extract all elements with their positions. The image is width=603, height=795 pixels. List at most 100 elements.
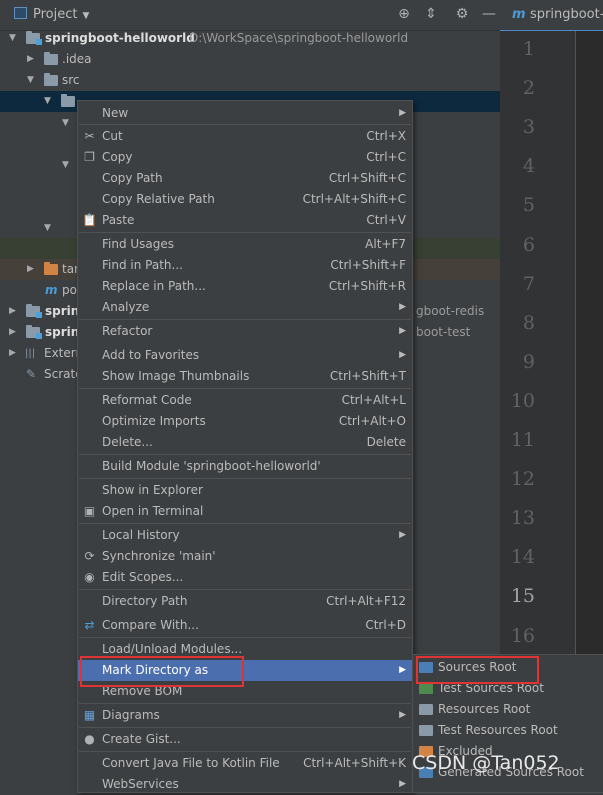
menu-item-find-usages[interactable]: Find Usages Alt+F7 [78, 234, 412, 255]
tree-item-label: springboot-helloworld [45, 31, 195, 45]
menu-item-local-history[interactable]: Local History ▶ [78, 525, 412, 546]
excluded-folder-icon [44, 262, 58, 275]
minimize-icon[interactable]: — [481, 6, 497, 22]
menu-item-copy-path[interactable]: Copy Path Ctrl+Shift+C [78, 168, 412, 189]
tree-item-src[interactable]: ▼ src [0, 70, 500, 91]
menu-item-refactor[interactable]: Refactor ▶ [78, 321, 412, 342]
submenu-item-label: Resources Root [438, 702, 531, 716]
line-number: 15 [510, 585, 535, 608]
menu-item-webservices[interactable]: WebServices ▶ [78, 774, 412, 795]
menu-item-shortcut: Ctrl+Alt+O [338, 414, 406, 428]
menu-item-edit-scopes[interactable]: ◉ Edit Scopes... [78, 567, 412, 588]
menu-item-label: Find Usages [102, 237, 175, 251]
menu-item-synchronize-main[interactable]: ⟳ Synchronize 'main' [78, 546, 412, 567]
menu-item-create-gist[interactable]: ● Create Gist... [78, 729, 412, 750]
menu-item-label: Copy Relative Path [102, 192, 215, 206]
chevron-right-icon: ▶ [27, 264, 34, 274]
menu-separator [79, 637, 411, 638]
folder-icon [44, 52, 58, 65]
menu-item-paste[interactable]: 📋 Paste Ctrl+V [78, 210, 412, 231]
github-icon: ● [84, 732, 95, 746]
locate-icon[interactable]: ⊕ [396, 6, 412, 22]
menu-item-label: Compare With... [102, 618, 199, 632]
chevron-right-icon: ▶ [399, 108, 406, 118]
tree-hidden-rows: ▼ ▼ ▼ [0, 112, 77, 238]
menu-item-label: Show Image Thumbnails [102, 369, 250, 383]
line-number: 8 [522, 311, 535, 334]
tree-item-module[interactable]: ▼ springboot-helloworld D:\WorkSpace\spr… [0, 28, 500, 49]
menu-item-shortcut: Ctrl+Shift+F [330, 258, 406, 272]
library-icon: ||| [25, 348, 36, 359]
menu-item-shortcut: Delete [366, 435, 406, 449]
menu-item-copy[interactable]: ❐ Copy Ctrl+C [78, 147, 412, 168]
menu-separator [79, 232, 411, 233]
menu-item-copy-relative-path[interactable]: Copy Relative Path Ctrl+Alt+Shift+C [78, 189, 412, 210]
submenu-item-test-resources-root[interactable]: Test Resources Root [413, 720, 603, 741]
tree-item-idea[interactable]: ▶ .idea [0, 49, 500, 70]
project-title: Project [33, 7, 78, 22]
scratch-icon: ✎ [26, 367, 37, 381]
menu-item-optimize-imports[interactable]: Optimize Imports Ctrl+Alt+O [78, 411, 412, 432]
line-number: 1 [522, 38, 535, 60]
chevron-right-icon: ▶ [399, 710, 406, 720]
menu-item-open-in-terminal[interactable]: ▣ Open in Terminal [78, 501, 412, 522]
scope-icon: ◉ [84, 570, 95, 584]
menu-item-diagrams[interactable]: ▦ Diagrams ▶ [78, 705, 412, 726]
menu-item-label: Open in Terminal [102, 504, 204, 518]
chevron-down-icon: ▼ [44, 223, 51, 233]
tree-item-label: .idea [62, 52, 92, 66]
menu-item-label: Build Module 'springboot-helloworld' [102, 459, 321, 473]
project-pane-header: Project ▼ ⊕ ⇕ ⚙ — [0, 0, 500, 31]
menu-item-shortcut: Ctrl+Alt+Shift+C [302, 192, 406, 206]
menu-item-label: Paste [102, 213, 135, 227]
menu-item-label: Add to Favorites [102, 348, 200, 362]
project-icon [14, 7, 27, 19]
tree-item-path: D:\WorkSpace\springboot-helloworld [189, 31, 409, 45]
menu-item-label: Edit Scopes... [102, 570, 184, 584]
menu-item-shortcut: Alt+F7 [365, 237, 406, 251]
line-number: 11 [510, 429, 535, 451]
highlight-box-mark-directory [80, 656, 244, 687]
tree-item-suffix: gboot-redis [416, 304, 485, 318]
menu-item-replace-in-path[interactable]: Replace in Path... Ctrl+Shift+R [78, 276, 412, 297]
menu-separator [79, 478, 411, 479]
chevron-right-icon: ▶ [399, 350, 406, 360]
menu-item-convert-java-file-to-kotlin-file[interactable]: Convert Java File to Kotlin File Ctrl+Alt… [78, 753, 412, 774]
menu-item-cut[interactable]: ✂ Cut Ctrl+X [78, 126, 412, 147]
chevron-right-icon: ▶ [27, 54, 34, 64]
gear-icon[interactable]: ⚙ [454, 6, 470, 22]
line-number: 6 [522, 233, 535, 256]
menu-item-label: Analyze [102, 300, 150, 314]
menu-item-add-to-favorites[interactable]: Add to Favorites ▶ [78, 345, 412, 366]
menu-item-shortcut: Ctrl+C [366, 150, 406, 164]
menu-separator [79, 388, 411, 389]
tree-item-label: src [62, 73, 80, 87]
menu-item-label: Cut [102, 129, 123, 143]
tree-item-suffix: boot-test [416, 325, 471, 339]
menu-item-show-in-explorer[interactable]: Show in Explorer [78, 480, 412, 501]
menu-item-compare-with[interactable]: ⇄ Compare With... Ctrl+D [78, 615, 412, 636]
menu-item-build-module-springboot-helloworld[interactable]: Build Module 'springboot-helloworld' [78, 456, 412, 477]
menu-item-reformat-code[interactable]: Reformat Code Ctrl+Alt+L [78, 390, 412, 411]
collapse-all-icon[interactable]: ⇕ [423, 6, 439, 22]
line-number: 2 [522, 77, 535, 100]
submenu-item-resources-root[interactable]: Resources Root [413, 699, 603, 720]
chevron-right-icon: ▶ [399, 302, 406, 312]
line-number: 7 [522, 272, 535, 295]
chevron-down-icon: ▼ [44, 96, 51, 106]
chevron-right-icon: ▶ [399, 530, 406, 540]
menu-separator [79, 703, 411, 704]
diagram-icon: ▦ [83, 708, 96, 722]
menu-item-delete[interactable]: Delete... Delete [78, 432, 412, 453]
menu-item-directory-path[interactable]: Directory Path Ctrl+Alt+F12 [78, 591, 412, 612]
menu-item-analyze[interactable]: Analyze ▶ [78, 297, 412, 318]
project-view-selector[interactable]: Project ▼ [14, 7, 89, 22]
chevron-right-icon: ▶ [9, 306, 16, 316]
menu-item-find-in-path[interactable]: Find in Path... Ctrl+Shift+F [78, 255, 412, 276]
menu-item-show-image-thumbnails[interactable]: Show Image Thumbnails Ctrl+Shift+T [78, 366, 412, 387]
sync-icon: ⟳ [84, 549, 95, 563]
menu-item-new[interactable]: New ▶ [78, 103, 412, 124]
menu-separator [79, 124, 411, 125]
watermark: CSDN @Tan052 [412, 752, 560, 774]
submenu-item-label: Test Resources Root [438, 723, 558, 737]
